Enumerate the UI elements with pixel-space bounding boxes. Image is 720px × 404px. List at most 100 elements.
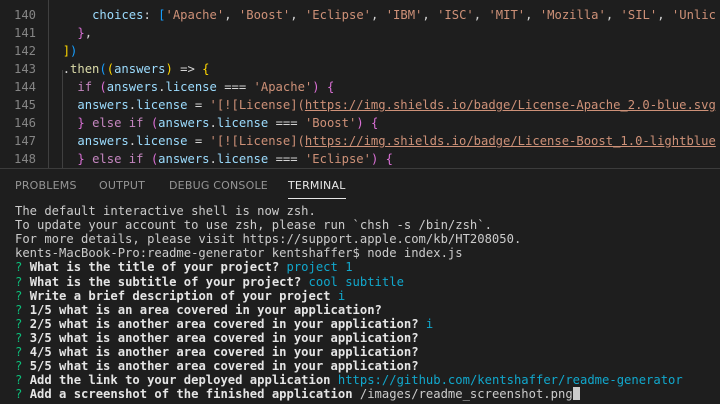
prompt-question-mark: ? — [15, 316, 30, 331]
prompt-answer: project 1 — [286, 260, 353, 275]
code-token: else — [92, 116, 122, 130]
code-token: . — [62, 62, 71, 76]
code-token: { — [202, 62, 210, 76]
indent-guide — [48, 0, 49, 168]
code-token: ) — [356, 116, 364, 130]
prompt-question-mark: ? — [15, 302, 30, 317]
code-token: ] — [62, 44, 71, 58]
line-number: 145 — [13, 98, 36, 112]
code-line: 140 choices: ['Apache', 'Boost', 'Eclipse… — [0, 6, 720, 24]
prompt-question: 5/5 what is another area covered in your… — [29, 359, 419, 374]
code-token: = — [187, 98, 210, 112]
code-content: } else if (answers.license === 'Boost') … — [77, 114, 378, 132]
code-token: === — [268, 152, 305, 166]
code-token: license — [136, 98, 188, 112]
code-token: 'Eclipse' — [304, 8, 371, 22]
code-token: => — [172, 62, 203, 76]
line-number: 144 — [13, 80, 36, 94]
code-token: ) — [165, 62, 173, 76]
code-line: 148} else if (answers.license === 'Eclip… — [0, 150, 720, 168]
code-token: 'Apache' — [165, 8, 225, 22]
code-token: else — [92, 152, 122, 166]
terminal-line: The default interactive shell is now zsh… — [15, 204, 720, 218]
panel-tabs: PROBLEMS OUTPUT DEBUG CONSOLE TERMINAL — [0, 169, 720, 203]
code-token: , — [657, 8, 672, 22]
code-token: , — [525, 8, 540, 22]
code-token: , — [371, 8, 386, 22]
tab-problems[interactable]: PROBLEMS — [15, 169, 77, 203]
prompt-question: Add the link to your deployed applicatio… — [29, 373, 338, 388]
prompt-question-mark: ? — [15, 274, 30, 289]
prompt-question: 4/5 what is another area covered in your… — [29, 345, 419, 359]
tab-debug-console[interactable]: DEBUG CONSOLE — [169, 169, 268, 203]
prompt-question-mark: ? — [15, 387, 30, 402]
terminal-line: ? 2/5 what is another area covered in yo… — [15, 317, 720, 331]
code-token: { — [371, 116, 379, 130]
terminal-text: The default interactive shell is now zsh… — [15, 204, 316, 218]
code-token: ( — [99, 62, 107, 76]
prompt-answer: i — [337, 288, 346, 303]
terminal-line: ? Write a brief description of your proj… — [15, 289, 720, 303]
terminal-text: For more details, please visit https://s… — [15, 232, 522, 247]
prompt-question: Write a brief description of your projec… — [29, 288, 338, 303]
code-token: { — [385, 152, 394, 166]
tab-output[interactable]: OUTPUT — [99, 169, 145, 203]
code-token: 'Eclipse' — [304, 152, 371, 166]
code-token: , — [290, 8, 305, 22]
code-token: https://img.shields.io/badge/License-Boo… — [304, 134, 716, 148]
code-content: } else if (answers.license === 'Eclipse'… — [77, 150, 393, 168]
code-token: if — [128, 116, 144, 130]
code-token: { — [326, 80, 335, 94]
code-token: ( — [99, 80, 107, 94]
code-token: , — [84, 26, 93, 40]
line-number: 143 — [13, 62, 36, 76]
code-token: 'IBM' — [385, 8, 423, 22]
terminal-cursor — [572, 387, 580, 401]
code-token: then — [70, 62, 100, 76]
code-token: 'Mozilla' — [539, 8, 606, 22]
code-content: choices: ['Apache', 'Boost', 'Eclipse', … — [92, 6, 716, 24]
prompt-question: What is the title of your project? — [29, 260, 287, 275]
code-token: 'Boost' — [304, 116, 357, 130]
code-token: : — [143, 8, 159, 22]
code-content: answers.license = '[![License](https://i… — [77, 96, 715, 114]
tab-terminal[interactable]: TERMINAL — [288, 169, 346, 203]
terminal-line: ? Add a screenshot of the finished appli… — [15, 387, 720, 401]
terminal-text: kents-MacBook-Pro:readme-generator kents… — [15, 246, 463, 261]
code-line: 146 } else if (answers.license === 'Boost… — [0, 114, 720, 132]
code-line: 142]) — [0, 42, 720, 60]
code-token: = — [187, 134, 210, 148]
code-token: license — [136, 134, 188, 148]
code-token: === — [216, 80, 254, 94]
code-token: 'Boost' — [238, 8, 291, 22]
prompt-question-mark: ? — [15, 359, 30, 374]
indent-guide — [62, 70, 63, 168]
code-content: }, — [77, 24, 92, 42]
code-token: ) — [312, 80, 320, 94]
code-token: '[![License]( — [209, 98, 305, 112]
code-line: 145 answers.license = '[![License](https:… — [0, 96, 720, 114]
code-token: answers — [106, 80, 159, 94]
bottom-panel: PROBLEMS OUTPUT DEBUG CONSOLE TERMINAL T… — [0, 168, 720, 402]
code-editor[interactable]: 140 choices: ['Apache', 'Boost', 'Eclipse… — [0, 0, 720, 168]
code-token: license — [216, 116, 269, 130]
prompt-input[interactable]: /images/readme_screenshot.png — [360, 387, 573, 401]
prompt-question-mark: ? — [15, 288, 30, 303]
code-token: . — [128, 134, 137, 148]
code-token: https://img.shields.io/badge/License-Apa… — [304, 98, 716, 112]
terminal-text: To update your account to use zsh, pleas… — [15, 218, 492, 233]
line-number: 146 — [13, 116, 36, 130]
terminal-line: ? 4/5 what is another area covered in yo… — [15, 345, 720, 359]
line-number: 141 — [13, 26, 36, 40]
terminal-output[interactable]: The default interactive shell is now zsh… — [15, 204, 715, 404]
code-content: answers.license = '[![License](https://i… — [77, 132, 715, 150]
code-token: ) — [70, 44, 78, 58]
code-line: 141}, — [0, 24, 720, 42]
code-token: answers — [158, 152, 210, 166]
terminal-line: To update your account to use zsh, pleas… — [15, 218, 720, 232]
code-token: , — [224, 8, 239, 22]
